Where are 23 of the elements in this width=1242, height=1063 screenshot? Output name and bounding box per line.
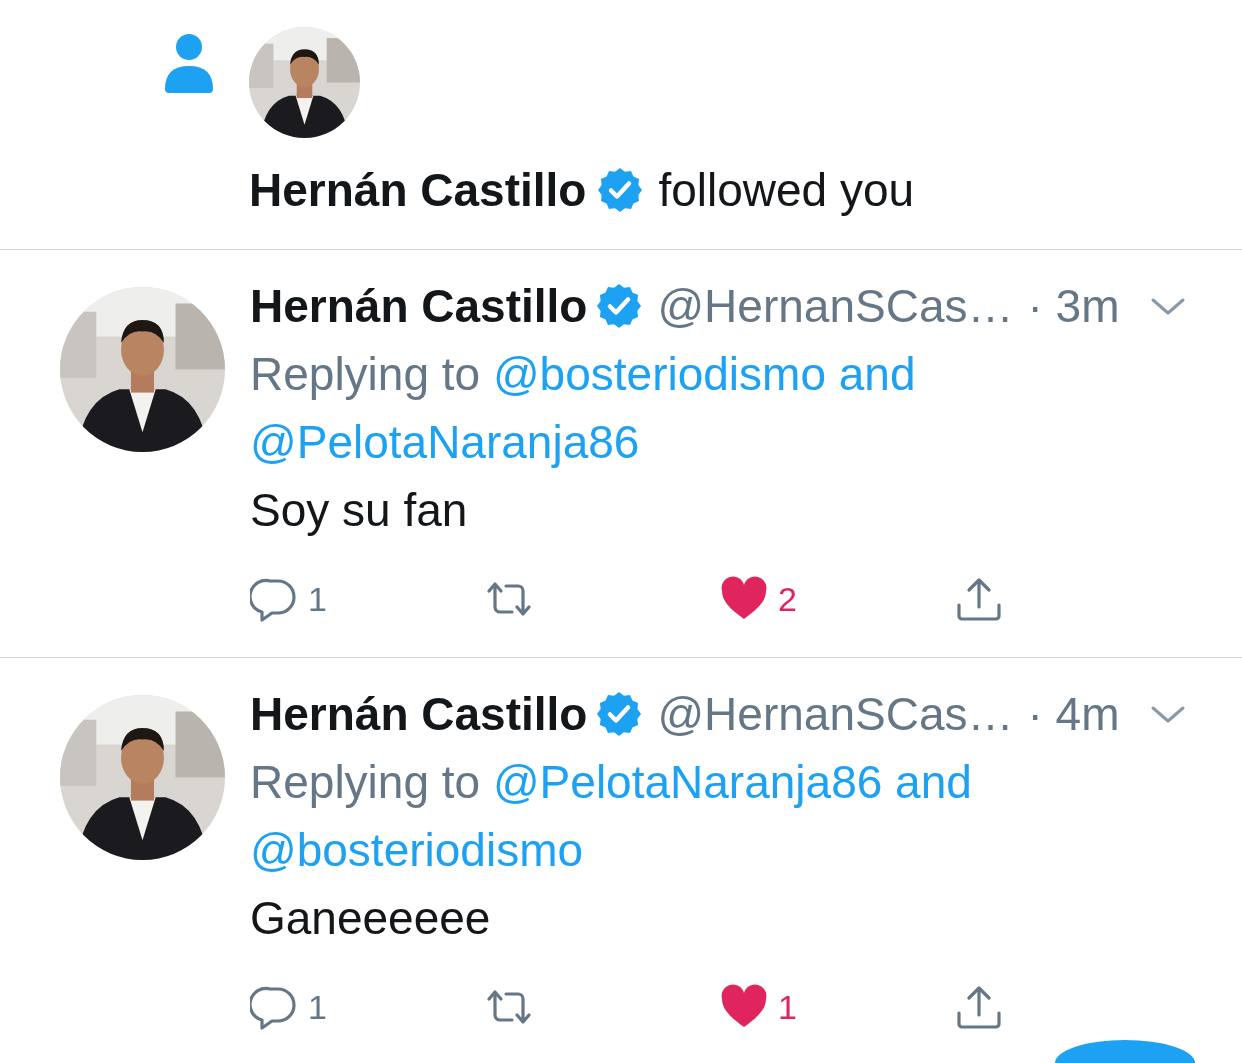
user-name[interactable]: Hernán Castillo bbox=[250, 272, 588, 340]
reply-context: Replying to @PelotaNaranja86 and @bosteriodismo bbox=[250, 755, 973, 878]
tweet-text: Ganeeeeee bbox=[250, 891, 492, 946]
share-icon[interactable] bbox=[955, 983, 1003, 1031]
timestamp: · 3m bbox=[1027, 279, 1120, 334]
count-label: 1 bbox=[308, 986, 327, 1028]
timestamp: · 4m bbox=[1027, 687, 1120, 742]
mention-link[interactable]: @PelotaNaranja86 and bbox=[492, 756, 972, 808]
user-handle[interactable]: @HernanSCas… bbox=[657, 680, 1014, 748]
person-icon bbox=[165, 33, 213, 93]
tweet-text: Soy su fan bbox=[250, 483, 469, 538]
reply-context: Replying to @bosteriodismo and @PelotaNaranja86 bbox=[250, 347, 917, 470]
user-handle[interactable]: @HernanSCas… bbox=[657, 272, 1014, 340]
count-label: 2 bbox=[778, 578, 797, 620]
mention-link[interactable]: @PelotaNaranja86 bbox=[250, 416, 640, 468]
notification-text: followed you bbox=[658, 163, 915, 218]
count-label: 1 bbox=[778, 986, 797, 1028]
mention-link[interactable]: @bosteriodismo and bbox=[492, 348, 916, 400]
count-label: 1 bbox=[308, 578, 327, 620]
user-name[interactable]: Hernán Castillo bbox=[250, 680, 588, 748]
user-name[interactable]: Hernán Castillo bbox=[249, 156, 587, 224]
share-icon[interactable] bbox=[955, 575, 1003, 623]
mention-link[interactable]: @bosteriodismo bbox=[250, 824, 584, 876]
